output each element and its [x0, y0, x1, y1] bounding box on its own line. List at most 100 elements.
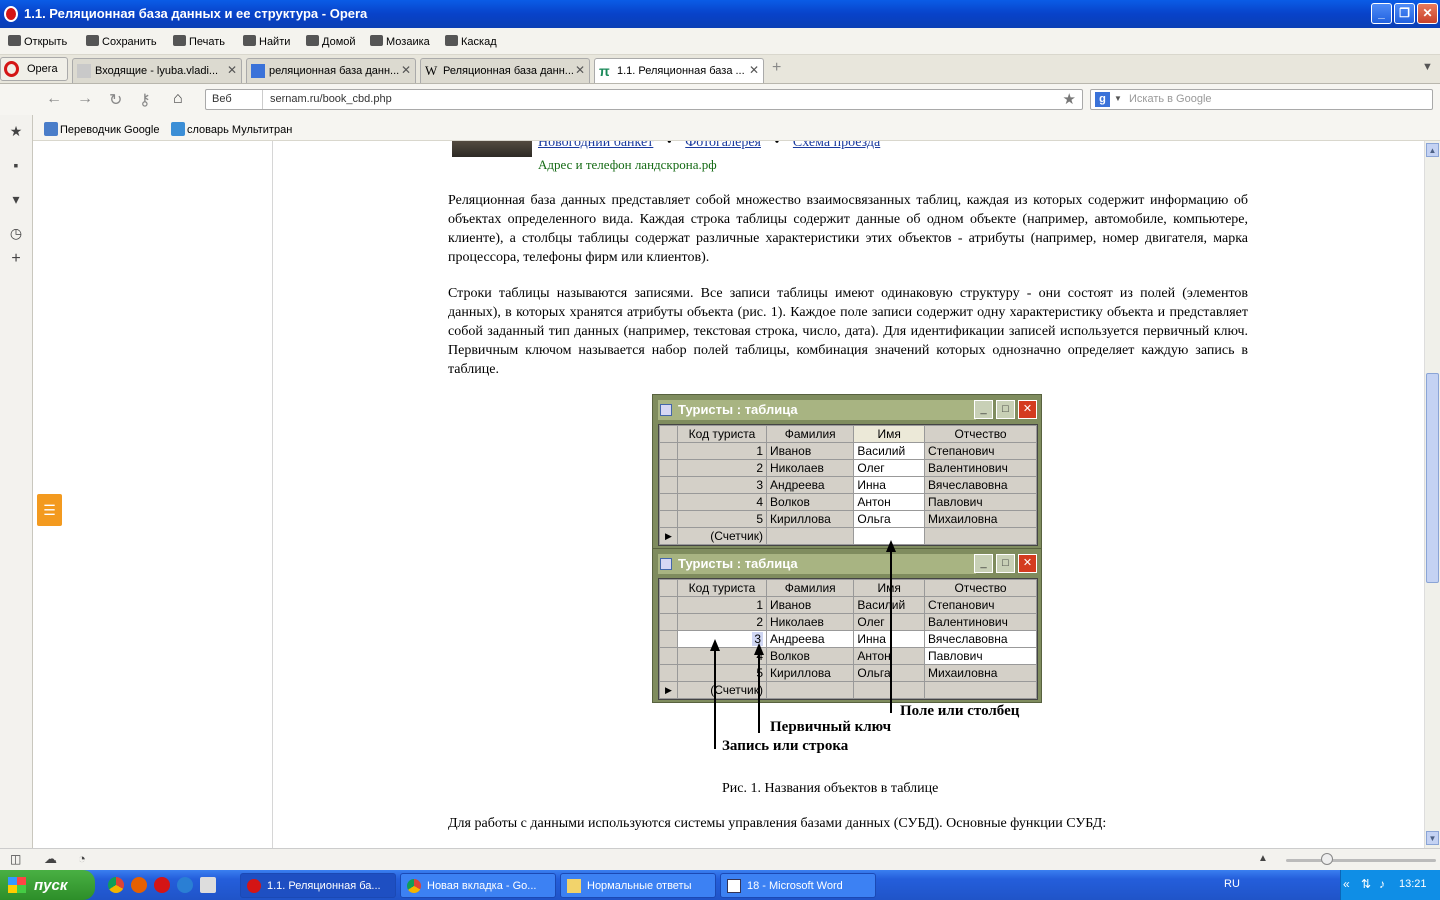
url-field[interactable]: Веб sernam.ru/book_cbd.php ★ — [205, 89, 1083, 110]
address-bar: ← → ↻ ⚷ ⌂ Веб sernam.ru/book_cbd.php ★ g… — [0, 84, 1440, 115]
page-content: Новогодний банкет • Фотогалерея • Схема … — [274, 141, 1424, 848]
cloud-icon[interactable]: ☁ — [44, 851, 57, 867]
link-gallery[interactable]: Фотогалерея — [685, 141, 761, 150]
side-panel — [33, 141, 273, 848]
minimize-icon: _ — [974, 554, 993, 573]
home-icon[interactable]: ⌂ — [173, 90, 183, 108]
panel-toggle-icon[interactable]: ◫ — [10, 852, 21, 866]
arrow-field — [890, 551, 892, 713]
google-icon[interactable]: g — [1095, 92, 1110, 107]
label-field-column: Поле или столбец — [900, 703, 1020, 719]
close-tab-icon[interactable]: ✕ — [227, 63, 237, 77]
link-directions[interactable]: Схема проезда — [793, 141, 880, 150]
bookmark-star-icon[interactable]: ★ — [1063, 90, 1076, 108]
close-tab-icon[interactable]: ✕ — [575, 63, 585, 77]
menu-save[interactable]: Сохранить — [86, 35, 157, 48]
column-header: Отчество — [924, 425, 1037, 443]
table-row: 1 Иванов Василий Степанович — [659, 442, 1037, 460]
table-cell: 5 — [677, 664, 767, 682]
ie-icon[interactable] — [177, 877, 193, 893]
opera-icon[interactable] — [154, 877, 170, 893]
link-separator: • — [774, 141, 780, 150]
taskbar: пуск 1.1. Реляционная ба... Новая вкладк… — [0, 870, 1440, 900]
table-cell: Антон — [853, 493, 926, 511]
new-row-marker-icon: ▶ — [659, 681, 678, 699]
tab-bar: Opera Входящие - lyuba.vladi... ✕ реляци… — [0, 55, 1440, 84]
task-word[interactable]: 18 - Microsoft Word — [720, 873, 876, 898]
close-button[interactable]: ✕ — [1417, 3, 1438, 24]
minimize-button[interactable]: _ — [1371, 3, 1392, 24]
vertical-scrollbar[interactable]: ▲ ▼ — [1424, 141, 1440, 848]
tab-wikipedia[interactable]: W Реляционная база данн... ✕ — [420, 58, 590, 83]
task-chrome[interactable]: Новая вкладка - Go... — [400, 873, 556, 898]
notes-icon[interactable]: ▪ — [8, 157, 24, 173]
chevron-down-icon[interactable]: ▼ — [1114, 94, 1122, 103]
clock[interactable]: 13:21 — [1399, 878, 1427, 890]
table-cell: 3 — [677, 476, 767, 494]
scroll-up-icon[interactable]: ▲ — [1426, 143, 1439, 157]
search-icon — [243, 35, 256, 46]
close-tab-icon[interactable]: ✕ — [749, 63, 759, 77]
menu-cascade[interactable]: Каскад — [445, 35, 497, 48]
close-tab-icon[interactable]: ✕ — [401, 63, 411, 77]
web-mode-label[interactable]: Веб — [212, 93, 232, 105]
table-cell: Волков — [765, 493, 855, 511]
menu-tile[interactable]: Мозаика — [370, 35, 430, 48]
counter-cell: (Счетчик) — [677, 527, 767, 545]
new-record-row: ▶ (Счетчик) — [659, 527, 1037, 545]
tab-list-chevron-icon[interactable]: ▼ — [1422, 61, 1433, 73]
word-quick-icon[interactable] — [200, 877, 216, 893]
tab-google-search[interactable]: реляционная база данн... ✕ — [246, 58, 416, 83]
table-cell: Кириллова — [765, 664, 855, 682]
chrome-icon[interactable] — [108, 877, 124, 893]
reload-icon[interactable]: ↻ — [109, 90, 122, 110]
maximize-button[interactable]: ❐ — [1394, 3, 1415, 24]
firefox-icon[interactable] — [131, 877, 147, 893]
opera-menu-button[interactable]: Opera — [0, 57, 68, 81]
panel-toggle-icon[interactable]: ☰ — [37, 494, 62, 526]
speed-dial-icon[interactable]: ◔ — [78, 851, 86, 866]
network-icon[interactable]: ⇅ — [1361, 877, 1371, 891]
volume-icon[interactable]: ♪ — [1379, 877, 1385, 891]
table-row: 5КирилловаОльгаМихаиловна — [659, 510, 1037, 528]
bookmarks-star-icon[interactable]: ★ — [8, 123, 24, 139]
table-cell: Ольга — [853, 510, 926, 528]
bookmark-google-translate[interactable]: Переводчик Google — [44, 122, 160, 136]
menu-open[interactable]: Открыть — [8, 35, 67, 48]
forward-icon[interactable]: → — [77, 90, 93, 108]
menu-print[interactable]: Печать — [173, 35, 225, 48]
downloads-icon[interactable]: ▾ — [8, 191, 24, 207]
table-row: 2 Николаев Олег Валентинович — [659, 613, 1037, 631]
new-tab-button[interactable]: + — [772, 59, 781, 77]
language-indicator[interactable]: RU — [1224, 878, 1240, 890]
link-separator: • — [666, 141, 672, 150]
zoom-slider[interactable] — [1286, 859, 1436, 862]
table-cell: 1 — [677, 596, 767, 614]
tab-mail[interactable]: Входящие - lyuba.vladi... ✕ — [72, 58, 242, 83]
scroll-down-icon[interactable]: ▼ — [1426, 831, 1439, 845]
add-panel-icon[interactable]: + — [8, 251, 24, 267]
table-cell: Олег — [853, 459, 926, 477]
close-icon: ✕ — [1018, 400, 1037, 419]
link-banquet[interactable]: Новогодний банкет — [538, 141, 653, 150]
column-header: Отчество — [924, 579, 1037, 597]
back-icon[interactable]: ← — [46, 90, 62, 108]
task-folder[interactable]: Нормальные ответы — [560, 873, 716, 898]
header-row: Код туриста Фамилия Имя Отчество — [659, 579, 1037, 597]
scroll-thumb[interactable] — [1426, 373, 1439, 583]
zoom-arrow-icon[interactable]: ▲ — [1258, 853, 1268, 864]
tray-expand-icon[interactable]: « — [1343, 877, 1350, 891]
key-icon[interactable]: ⚷ — [139, 90, 151, 110]
chrome-icon — [407, 879, 421, 893]
task-opera[interactable]: 1.1. Реляционная ба... — [240, 873, 396, 898]
url-text[interactable]: sernam.ru/book_cbd.php — [270, 93, 392, 105]
menu-home[interactable]: Домой — [306, 35, 356, 48]
zoom-slider-knob[interactable] — [1321, 853, 1333, 865]
table-row: 2 Николаев Олег Валентинович — [659, 459, 1037, 477]
tab-current[interactable]: π 1.1. Реляционная база ... ✕ — [594, 58, 764, 83]
history-clock-icon[interactable]: ◷ — [8, 225, 24, 241]
bookmark-multitran[interactable]: словарь Мультитран — [171, 122, 292, 136]
menu-find[interactable]: Найти — [243, 35, 290, 48]
start-button[interactable]: пуск — [0, 870, 95, 900]
search-input[interactable]: g ▼ Искать в Google — [1090, 89, 1433, 110]
